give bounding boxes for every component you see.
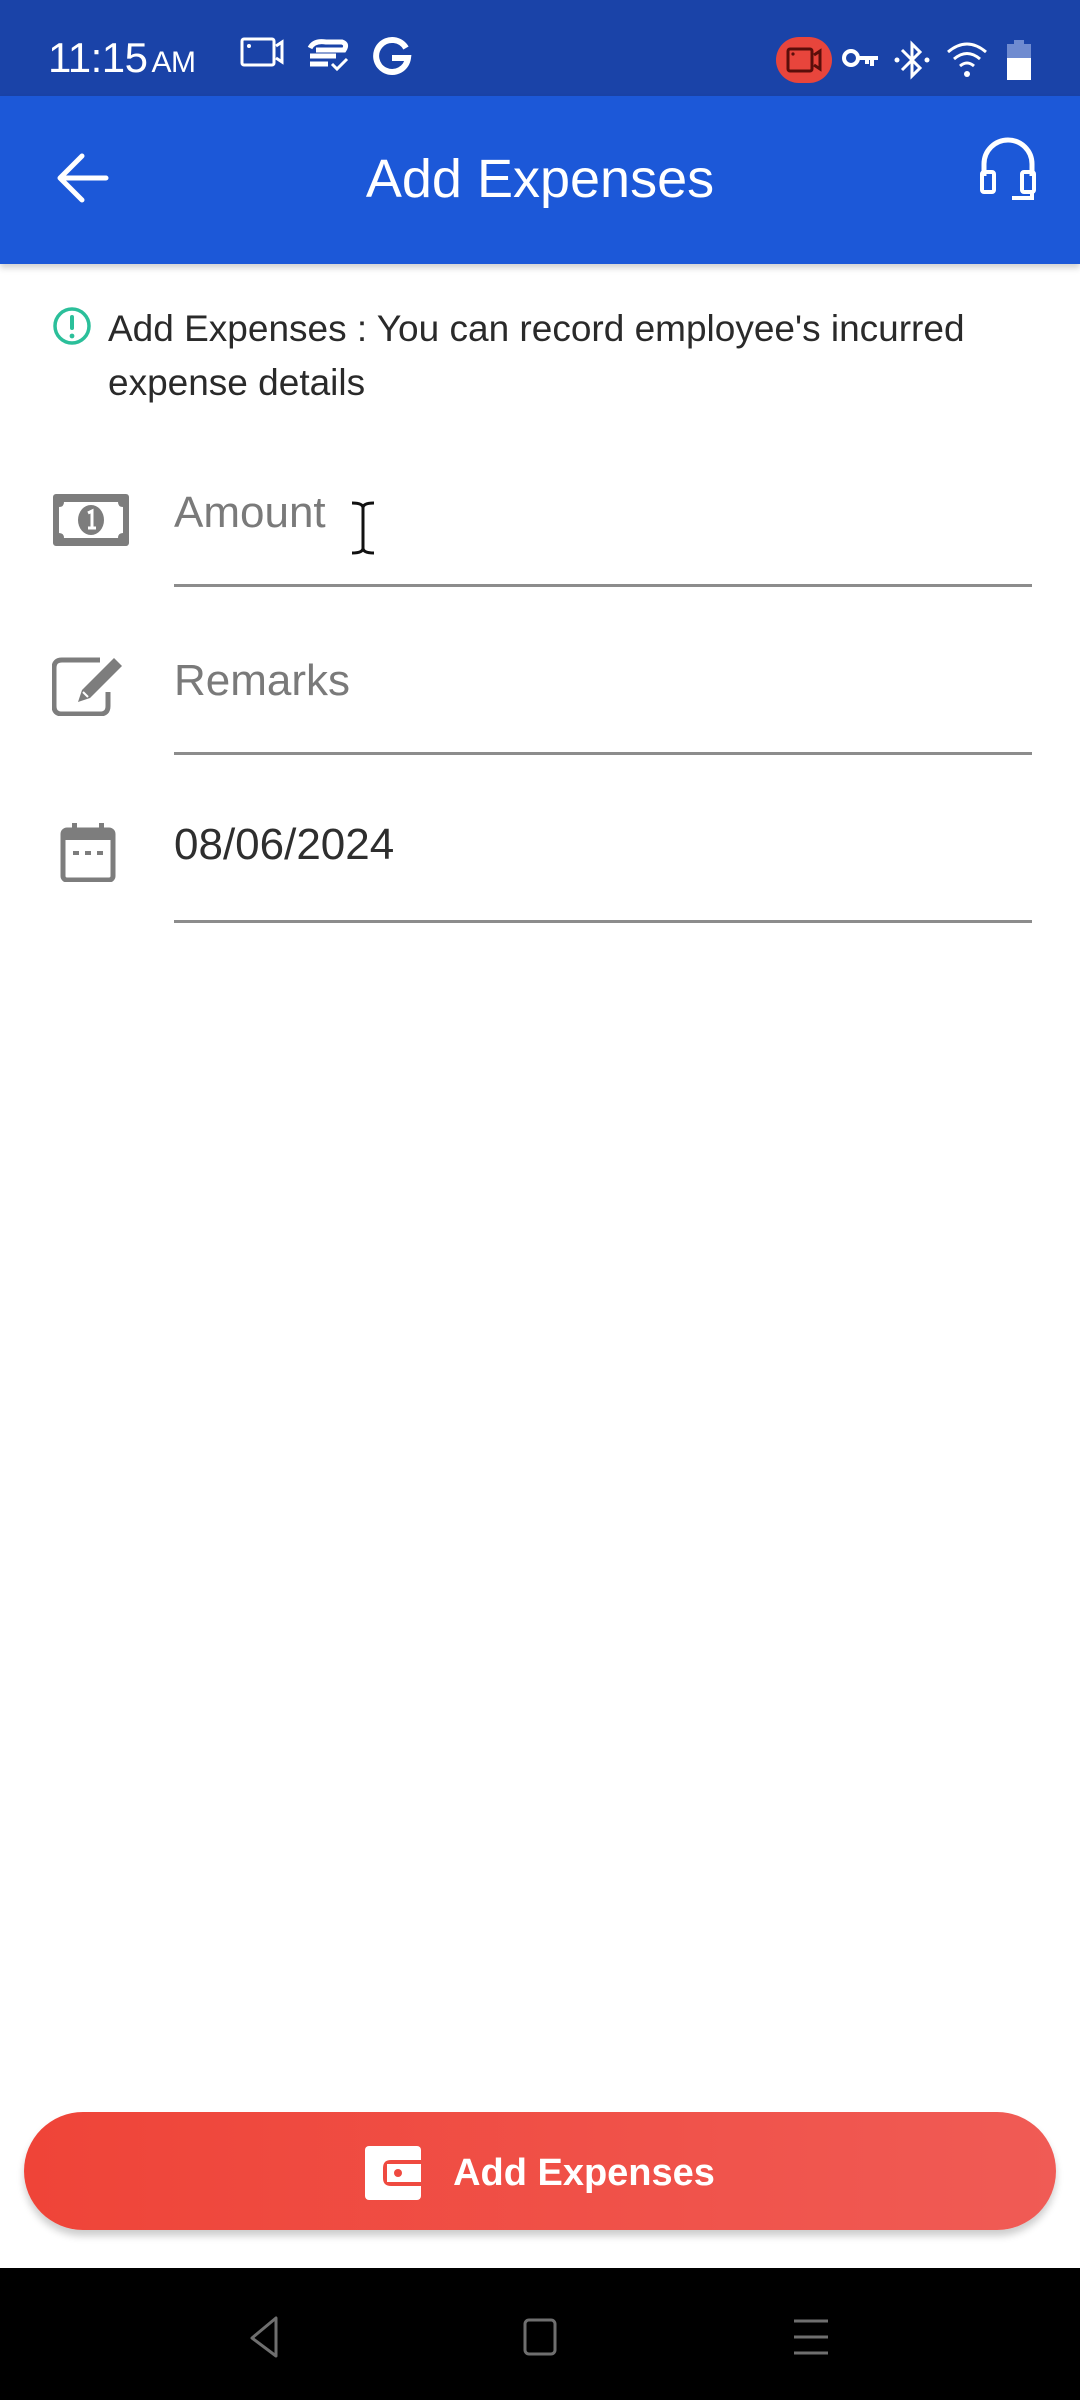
nav-home-button[interactable] [515,2312,565,2362]
edit-icon [52,657,122,716]
support-button[interactable] [978,134,1038,204]
wifi-icon [947,42,987,77]
sync-check-icon [307,39,349,72]
menu-recents-icon [794,2319,828,2355]
info-circle-icon [53,307,91,345]
bluetooth-icon [894,40,930,80]
calendar-icon [60,823,116,882]
amount-underline [174,584,1032,587]
amount-field [0,458,1080,588]
screen-record-icon [240,37,284,67]
vpn-key-icon [842,49,878,67]
google-icon [373,36,412,75]
money-bill-icon [53,494,129,546]
app-bar: Add Expenses [0,96,1080,264]
nav-recents-button[interactable] [786,2312,836,2362]
text-cursor-icon [351,501,375,555]
triangle-back-icon [250,2316,278,2358]
clock-time: 11:15 [48,34,148,81]
add-expenses-button[interactable]: Add Expenses [24,2112,1056,2230]
date-field[interactable]: 08/06/2024 [0,794,1080,924]
remarks-input[interactable] [174,626,1032,736]
status-time: 11:15 AM [48,34,196,82]
square-home-icon [523,2318,557,2356]
recording-badge-icon [786,47,822,73]
add-expenses-button-content: Add Expenses [24,2146,1056,2200]
remarks-field [0,626,1080,756]
system-nav-bar [0,2268,1080,2400]
status-bar: 11:15 AM [0,0,1080,96]
info-text: Add Expenses : You can record employee's… [108,308,965,403]
clock-ampm: AM [151,46,197,79]
add-expenses-button-label: Add Expenses [453,2151,715,2194]
battery-icon [1007,40,1031,80]
headset-icon [980,137,1036,200]
recording-badge [776,37,832,83]
wallet-icon [365,2146,422,2200]
date-underline [174,920,1032,923]
nav-back-button[interactable] [242,2312,292,2362]
page-title: Add Expenses [365,149,715,209]
remarks-underline [174,752,1032,755]
amount-input[interactable] [174,458,1032,568]
date-value[interactable]: 08/06/2024 [174,820,394,870]
